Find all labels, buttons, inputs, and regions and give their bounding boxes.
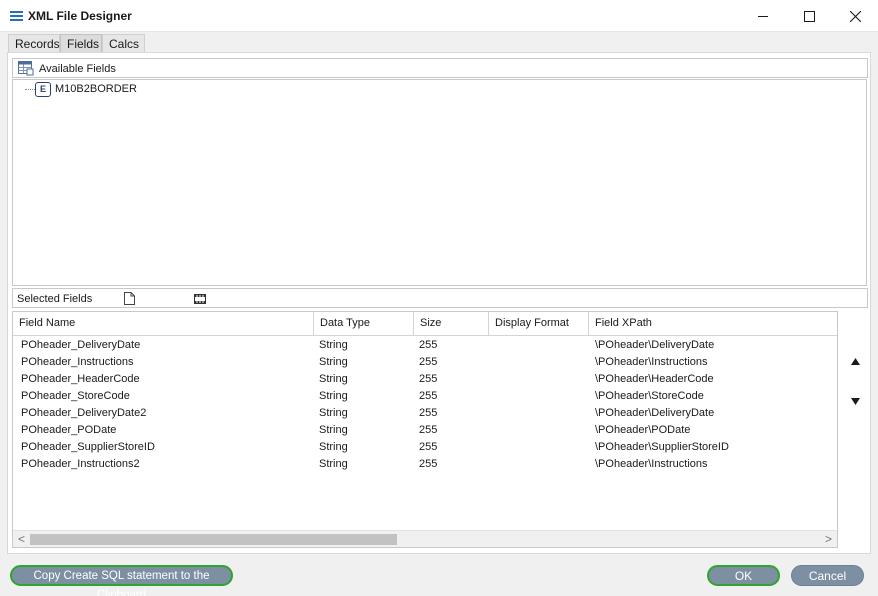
cancel-button[interactable]: Cancel (791, 565, 864, 586)
cell-size: 255 (419, 390, 438, 402)
cell-data-type: String (319, 390, 348, 402)
scrollbar-thumb[interactable] (30, 534, 397, 545)
cell-field-xpath: \POheader\HeaderCode (595, 373, 714, 385)
close-icon (849, 10, 861, 22)
cell-field-xpath: \POheader\DeliveryDate (595, 407, 715, 419)
cell-field-name: POheader_StoreCode (21, 390, 130, 402)
cell-field-name: POheader_Instructions (21, 356, 134, 368)
table-row[interactable]: POheader_PODate String 255 \POheader\PODate (13, 422, 837, 439)
cell-field-name: POheader_HeaderCode (21, 373, 140, 385)
cell-field-name: POheader_PODate (21, 424, 117, 436)
move-down-button[interactable] (845, 393, 865, 409)
new-document-icon[interactable] (124, 292, 135, 305)
cell-size: 255 (419, 458, 438, 470)
minimize-icon (758, 16, 768, 17)
table-row[interactable]: POheader_StoreCode String 255 \POheader\Sto… (13, 388, 837, 405)
move-up-button[interactable] (845, 353, 865, 369)
tab-calcs[interactable]: Calcs (102, 34, 145, 52)
column-header-display-format[interactable]: Display Format (489, 312, 589, 336)
arrow-up-icon (850, 357, 860, 365)
column-header-field-xpath[interactable]: Field XPath (589, 312, 837, 336)
cell-data-type: String (319, 441, 348, 453)
cell-field-xpath: \POheader\DeliveryDate (595, 339, 715, 351)
table-row[interactable]: POheader_DeliveryDate String 255 \POheader\… (13, 337, 837, 354)
available-fields-tree[interactable]: E M10B2BORDER (12, 79, 867, 286)
film-strip-icon[interactable] (194, 294, 206, 304)
available-fields-label: Available Fields (39, 63, 116, 75)
cell-field-name: POheader_SupplierStoreID (21, 441, 155, 453)
close-button[interactable] (832, 0, 878, 32)
cell-field-xpath: \POheader\Instructions (595, 458, 708, 470)
cell-field-xpath: \POheader\Instructions (595, 356, 708, 368)
available-fields-header: Available Fields (12, 58, 868, 78)
cell-size: 255 (419, 339, 438, 351)
cell-data-type: String (319, 458, 348, 470)
cell-field-xpath: \POheader\SupplierStoreID (595, 441, 729, 453)
cell-size: 255 (419, 356, 438, 368)
table-row[interactable]: POheader_HeaderCode String 255 \POheader\He… (13, 371, 837, 388)
title-bar: XML File Designer (0, 0, 878, 32)
cell-field-name: POheader_DeliveryDate (21, 339, 141, 351)
column-header-size[interactable]: Size (414, 312, 489, 336)
cell-field-name: POheader_DeliveryDate2 (21, 407, 147, 419)
cell-field-xpath: \POheader\PODate (595, 424, 691, 436)
minimize-button[interactable] (740, 0, 786, 32)
column-header-field-name[interactable]: Field Name (13, 312, 314, 336)
cell-data-type: String (319, 424, 348, 436)
cell-size: 255 (419, 424, 438, 436)
cell-field-name: POheader_Instructions2 (21, 458, 140, 470)
window-title: XML File Designer (28, 9, 132, 23)
cell-data-type: String (319, 356, 348, 368)
tree-node-m10b2border[interactable]: M10B2BORDER (55, 83, 137, 95)
arrow-down-icon (850, 397, 860, 405)
scroll-right-arrow[interactable]: > (820, 532, 837, 547)
cell-size: 255 (419, 441, 438, 453)
cell-field-xpath: \POheader\StoreCode (595, 390, 704, 402)
ok-button[interactable]: OK (707, 565, 780, 586)
tab-records[interactable]: Records (8, 34, 60, 52)
cell-size: 255 (419, 373, 438, 385)
table-row[interactable]: POheader_SupplierStoreID String 255 \POhead… (13, 439, 837, 456)
table-row[interactable]: POheader_Instructions2 String 255 \POheader… (13, 456, 837, 473)
table-icon (18, 61, 34, 76)
cell-data-type: String (319, 407, 348, 419)
cell-data-type: String (319, 373, 348, 385)
copy-sql-button[interactable]: Copy Create SQL statement to the Clipboa… (10, 565, 233, 596)
column-header-data-type[interactable]: Data Type (314, 312, 414, 336)
list-icon (10, 11, 23, 21)
selected-fields-grid[interactable]: Field Name Data Type Size Display Format… (12, 311, 838, 548)
scroll-left-arrow[interactable]: < (13, 532, 30, 547)
horizontal-scrollbar[interactable]: < > (13, 530, 837, 547)
grid-header: Field Name Data Type Size Display Format… (13, 312, 837, 336)
selected-fields-header: Selected Fields (12, 288, 868, 308)
table-row[interactable]: POheader_Instructions String 255 \POheader\… (13, 354, 837, 371)
cell-size: 255 (419, 407, 438, 419)
element-node-icon: E (35, 82, 51, 97)
cell-data-type: String (319, 339, 348, 351)
maximize-button[interactable] (786, 0, 832, 32)
maximize-icon (803, 10, 815, 22)
table-row[interactable]: POheader_DeliveryDate2 String 255 \POheader… (13, 405, 837, 422)
selected-fields-label: Selected Fields (17, 293, 93, 305)
tab-fields[interactable]: Fields (60, 34, 102, 52)
